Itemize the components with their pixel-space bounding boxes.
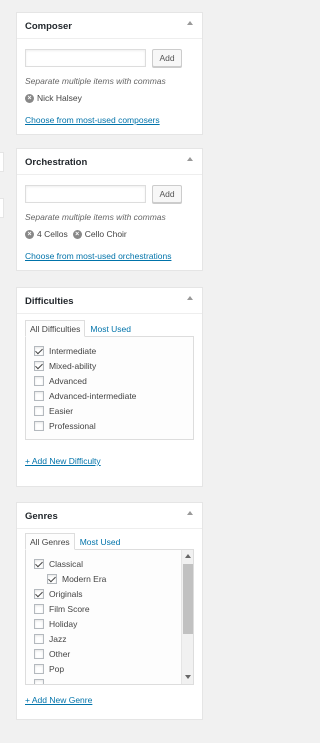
checkbox[interactable] [34,405,44,416]
difficulties-title: Difficulties [25,296,74,307]
remove-tag-icon[interactable]: × [72,229,82,239]
collapse-arrow-icon[interactable] [187,296,193,300]
checkbox[interactable] [34,390,44,401]
checkbox[interactable] [34,375,44,386]
checkbox[interactable] [34,558,44,569]
checkbox[interactable] [34,678,44,684]
list-item[interactable]: Easier [34,403,193,418]
composer-help: Separate multiple items with commas [25,76,166,86]
tag-item: × 4 Cellos [25,229,68,239]
composer-input[interactable] [25,49,146,67]
list-item[interactable]: Professional [34,418,193,433]
tag-item: × Nick Halsey [25,93,82,103]
composer-header[interactable]: Composer [17,13,202,39]
genres-checklist: Classical Modern Era Originals Film Scor… [25,549,194,685]
list-item[interactable]: Pop [34,661,181,676]
remove-tag-icon[interactable]: × [25,93,34,103]
checkbox[interactable] [34,360,44,371]
list-item[interactable]: Classical [34,556,181,571]
list-item[interactable]: Jazz [34,631,181,646]
difficulties-header[interactable]: Difficulties [17,288,202,314]
tab-all-genres[interactable]: All Genres [25,533,75,550]
composer-most-used-link[interactable]: Choose from most-used composers [25,115,160,125]
tab-most-used[interactable]: Most Used [85,320,136,337]
checkbox[interactable] [34,345,44,356]
list-item[interactable]: Mixed-ability [34,358,193,373]
list-item[interactable]: Other [34,646,181,661]
add-new-difficulty-link[interactable]: + Add New Difficulty [25,456,101,466]
scroll-down-arrow-icon[interactable] [185,675,191,679]
tab-all-difficulties[interactable]: All Difficulties [25,320,86,337]
list-item[interactable]: Film Score [34,601,181,616]
checkbox[interactable] [34,420,44,431]
checkbox[interactable] [34,633,44,644]
list-item[interactable] [34,676,181,684]
tag-item: × Cello Choir [72,229,127,239]
composer-tags: × Nick Halsey [25,93,194,103]
orchestration-add-button[interactable]: Add [152,185,182,203]
orchestration-header[interactable]: Orchestration [17,149,202,175]
orchestration-most-used-link[interactable]: Choose from most-used orchestrations [25,251,171,261]
scrollbar[interactable] [181,550,193,684]
collapse-arrow-icon[interactable] [187,157,193,161]
collapse-arrow-icon[interactable] [187,21,193,25]
edge-tab [0,152,4,172]
checkbox[interactable] [34,663,44,674]
scrollbar-thumb[interactable] [183,564,193,634]
list-item[interactable]: Modern Era [34,571,181,586]
checkbox[interactable] [34,603,44,614]
list-item[interactable]: Intermediate [34,343,193,358]
orchestration-input[interactable] [25,185,146,203]
checkbox[interactable] [34,648,44,659]
difficulties-checklist: Intermediate Mixed-ability Advanced Adva… [25,336,194,440]
list-item[interactable]: Advanced [34,373,193,388]
list-item[interactable]: Advanced-intermediate [34,388,193,403]
checkbox[interactable] [47,573,57,584]
list-item[interactable]: Holiday [34,616,181,631]
genres-title: Genres [25,511,58,522]
tab-most-used[interactable]: Most Used [75,533,126,550]
add-new-genre-link[interactable]: + Add New Genre [25,695,92,705]
scroll-up-arrow-icon[interactable] [185,554,191,558]
remove-tag-icon[interactable]: × [25,229,34,239]
composer-add-button[interactable]: Add [152,49,182,67]
orchestration-box: Orchestration Add Separate multiple item… [16,148,203,271]
edge-tab [0,198,4,218]
collapse-arrow-icon[interactable] [187,511,193,515]
composer-title: Composer [25,21,72,32]
checkbox[interactable] [34,588,44,599]
genres-box: Genres All Genres Most Used Classical Mo… [16,502,203,720]
orchestration-tags: × 4 Cellos × Cello Choir [25,229,194,239]
genres-header[interactable]: Genres [17,503,202,529]
orchestration-help: Separate multiple items with commas [25,212,166,222]
list-item[interactable]: Originals [34,586,181,601]
difficulties-box: Difficulties All Difficulties Most Used … [16,287,203,487]
checkbox[interactable] [34,618,44,629]
orchestration-title: Orchestration [25,157,88,168]
composer-box: Composer Add Separate multiple items wit… [16,12,203,135]
